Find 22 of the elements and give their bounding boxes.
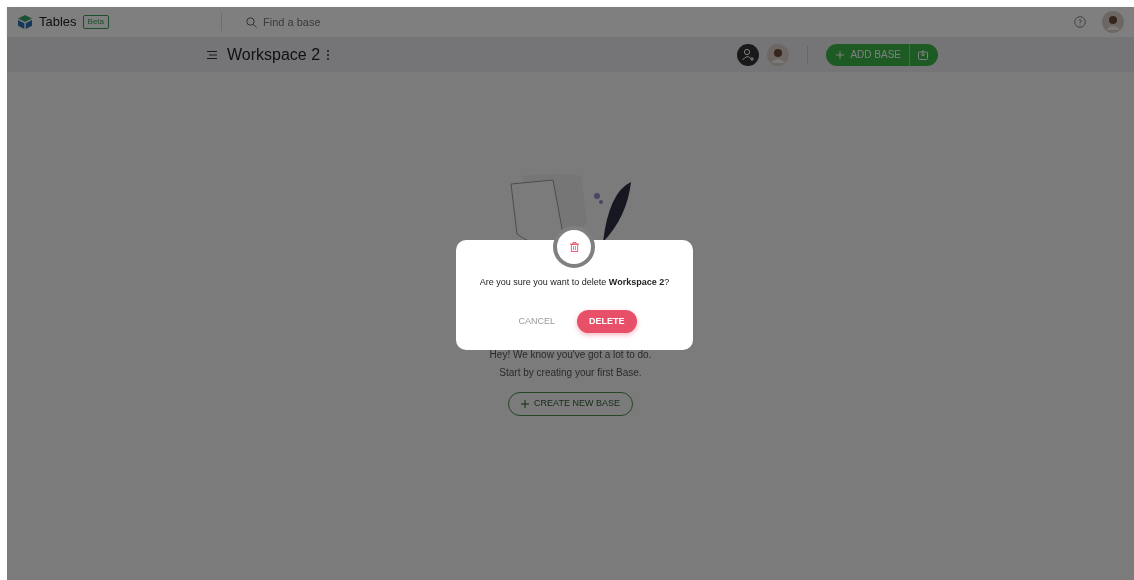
cube-logo-icon: [17, 14, 33, 30]
plus-icon: [836, 50, 845, 59]
search-icon: [246, 16, 258, 28]
app-name: Tables: [39, 13, 77, 32]
help-icon[interactable]: [1074, 16, 1086, 28]
member-avatar: [767, 43, 790, 66]
menu-icon[interactable]: [207, 50, 217, 59]
trash-icon: [569, 242, 579, 252]
dialog-message: Are you sure you want to delete Workspace 2?: [479, 276, 670, 289]
user-avatar[interactable]: [1102, 11, 1124, 33]
plus-icon: [521, 399, 530, 408]
add-base-button[interactable]: ADD BASE: [826, 43, 938, 66]
import-icon: [918, 49, 928, 60]
workspace-title: Workspace 2: [227, 44, 321, 65]
delete-button[interactable]: DELETE: [577, 309, 637, 333]
more-options-icon[interactable]: [326, 48, 331, 61]
empty-state-text: Hey! We know you've got a lot to do.: [489, 348, 652, 362]
beta-badge: Beta: [82, 15, 110, 29]
add-user-icon[interactable]: [737, 43, 760, 66]
empty-state-text: Start by creating your first Base.: [499, 366, 642, 380]
cancel-button[interactable]: CANCEL: [512, 313, 561, 329]
search-field[interactable]: Find a base: [261, 12, 462, 32]
